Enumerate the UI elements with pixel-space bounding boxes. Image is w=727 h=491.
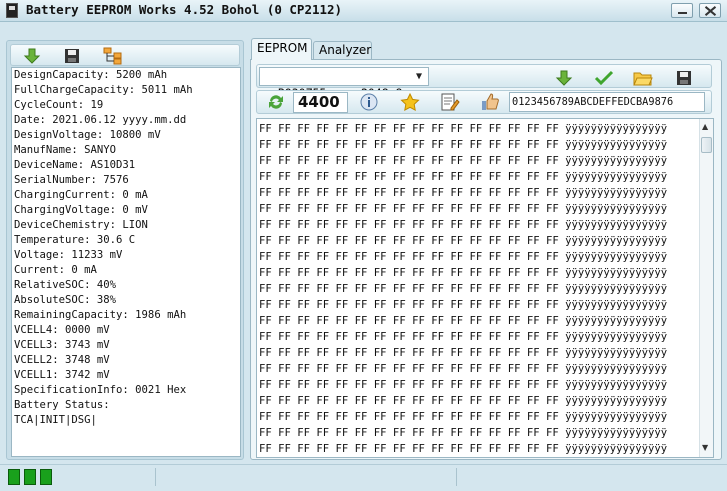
chevron-down-icon[interactable]: ▼ xyxy=(412,70,426,83)
battery-info-line: DesignVoltage: 10800 mV xyxy=(14,129,161,141)
battery-info-line: ChargingCurrent: 0 mA xyxy=(14,189,148,201)
battery-info-list: DesignCapacity: 5200 mAh FullChargeCapaci… xyxy=(11,67,241,457)
hex-row: FF FF FF FF FF FF FF FF FF FF FF FF FF F… xyxy=(259,155,668,167)
status-indicator xyxy=(8,469,20,485)
refresh-icon[interactable] xyxy=(266,93,284,111)
info-icon[interactable] xyxy=(360,93,378,111)
battery-info-line: CycleCount: 19 xyxy=(14,99,104,111)
hex-row: FF FF FF FF FF FF FF FF FF FF FF FF FF F… xyxy=(259,283,668,295)
save-disk-icon[interactable] xyxy=(63,47,81,65)
save-disk-icon[interactable] xyxy=(675,69,693,87)
battery-info-line: Current: 0 mA xyxy=(14,264,97,276)
hex-row: FF FF FF FF FF FF FF FF FF FF FF FF FF F… xyxy=(259,379,668,391)
hex-row: FF FF FF FF FF FF FF FF FF FF FF FF FF F… xyxy=(259,331,668,343)
hex-dump-view[interactable]: FF FF FF FF FF FF FF FF FF FF FF FF FF F… xyxy=(256,118,714,458)
battery-info-panel: DesignCapacity: 5200 mAh FullChargeCapaci… xyxy=(6,40,244,460)
close-button[interactable] xyxy=(699,3,721,18)
hex-row: FF FF FF FF FF FF FF FF FF FF FF FF FF F… xyxy=(259,443,668,455)
battery-info-line: RemainingCapacity: 1986 mAh xyxy=(14,309,187,321)
battery-info-line: ManufName: SANYO xyxy=(14,144,117,156)
title-bar: Battery EEPROM Works 4.52 Bohol (0 CP211… xyxy=(0,0,727,22)
battery-info-line: Voltage: 11233 mV xyxy=(14,249,123,261)
hex-row: FF FF FF FF FF FF FF FF FF FF FF FF FF F… xyxy=(259,251,668,263)
battery-info-line: SpecificationInfo: 0021 Hex xyxy=(14,384,187,396)
battery-info-line: DesignCapacity: 5200 mAh xyxy=(14,69,168,81)
hex-row: FF FF FF FF FF FF FF FF FF FF FF FF FF F… xyxy=(259,139,668,151)
hex-row: FF FF FF FF FF FF FF FF FF FF FF FF FF F… xyxy=(259,363,668,375)
star-icon[interactable] xyxy=(400,92,420,112)
hex-row: FF FF FF FF FF FF FF FF FF FF FF FF FF F… xyxy=(259,411,668,423)
chip-select[interactable]: BQ30Z55 2048x8 ▼ xyxy=(259,67,429,100)
scroll-thumb[interactable] xyxy=(701,137,712,153)
battery-info-line: ChargingVoltage: 0 mV xyxy=(14,204,148,216)
battery-info-line: VCELL3: 3743 mV xyxy=(14,339,110,351)
hex-row: FF FF FF FF FF FF FF FF FF FF FF FF FF F… xyxy=(259,347,668,359)
hex-row: FF FF FF FF FF FF FF FF FF FF FF FF FF F… xyxy=(259,235,668,247)
battery-info-line: RelativeSOC: 40% xyxy=(14,279,117,291)
tab-analyzer[interactable]: Analyzer xyxy=(313,41,372,59)
read-arrow-icon[interactable] xyxy=(555,69,573,87)
battery-info-line: VCELL1: 3742 mV xyxy=(14,369,110,381)
status-indicator xyxy=(40,469,52,485)
minimize-button[interactable] xyxy=(671,3,693,18)
scroll-down-icon[interactable]: ▼ xyxy=(702,443,708,453)
hex-row: FF FF FF FF FF FF FF FF FF FF FF FF FF F… xyxy=(259,427,668,439)
status-divider xyxy=(155,468,156,486)
password-field[interactable]: 0123456789ABCDEFFEDCBA9876 xyxy=(509,92,705,112)
battery-info-line: TCA|INIT|DSG| xyxy=(14,414,97,426)
tab-eeprom[interactable]: EEPROM xyxy=(251,38,312,60)
battery-info-line: Date: 2021.06.12 yyyy.mm.dd xyxy=(14,114,187,126)
hex-row: FF FF FF FF FF FF FF FF FF FF FF FF FF F… xyxy=(259,315,668,327)
status-divider xyxy=(456,468,457,486)
status-bar xyxy=(0,464,727,491)
hex-row: FF FF FF FF FF FF FF FF FF FF FF FF FF F… xyxy=(259,123,668,135)
battery-info-line: VCELL4: 0000 mV xyxy=(14,324,110,336)
status-indicator xyxy=(24,469,36,485)
battery-info-line: Temperature: 30.6 C xyxy=(14,234,136,246)
thumbs-up-icon[interactable] xyxy=(480,93,499,111)
verify-check-icon[interactable] xyxy=(594,69,614,87)
vertical-scrollbar[interactable]: ▲ ▼ xyxy=(699,119,713,457)
hex-row: FF FF FF FF FF FF FF FF FF FF FF FF FF F… xyxy=(259,395,668,407)
size-field[interactable]: 4400 xyxy=(293,92,348,113)
tree-structure-icon[interactable] xyxy=(103,47,122,65)
open-folder-icon[interactable] xyxy=(633,69,653,87)
hex-row: FF FF FF FF FF FF FF FF FF FF FF FF FF F… xyxy=(259,299,668,311)
left-toolbar xyxy=(10,44,240,66)
download-arrow-icon[interactable] xyxy=(23,47,41,65)
battery-info-line: DeviceName: AS10D31 xyxy=(14,159,136,171)
hex-row: FF FF FF FF FF FF FF FF FF FF FF FF FF F… xyxy=(259,203,668,215)
window-title: Battery EEPROM Works 4.52 Bohol (0 CP211… xyxy=(26,2,343,17)
battery-info-line: DeviceChemistry: LION xyxy=(14,219,148,231)
battery-info-line: VCELL2: 3748 mV xyxy=(14,354,110,366)
scroll-up-icon[interactable]: ▲ xyxy=(702,122,708,132)
app-icon xyxy=(6,3,18,18)
battery-info-line: FullChargeCapacity: 5011 mAh xyxy=(14,84,193,96)
hex-row: FF FF FF FF FF FF FF FF FF FF FF FF FF F… xyxy=(259,171,668,183)
hex-row: FF FF FF FF FF FF FF FF FF FF FF FF FF F… xyxy=(259,219,668,231)
battery-info-line: Battery Status: xyxy=(14,399,110,411)
battery-info-line: AbsoluteSOC: 38% xyxy=(14,294,117,306)
hex-row: FF FF FF FF FF FF FF FF FF FF FF FF FF F… xyxy=(259,267,668,279)
edit-document-icon[interactable] xyxy=(440,93,460,111)
battery-info-line: SerialNumber: 7576 xyxy=(14,174,129,186)
hex-row: FF FF FF FF FF FF FF FF FF FF FF FF FF F… xyxy=(259,187,668,199)
